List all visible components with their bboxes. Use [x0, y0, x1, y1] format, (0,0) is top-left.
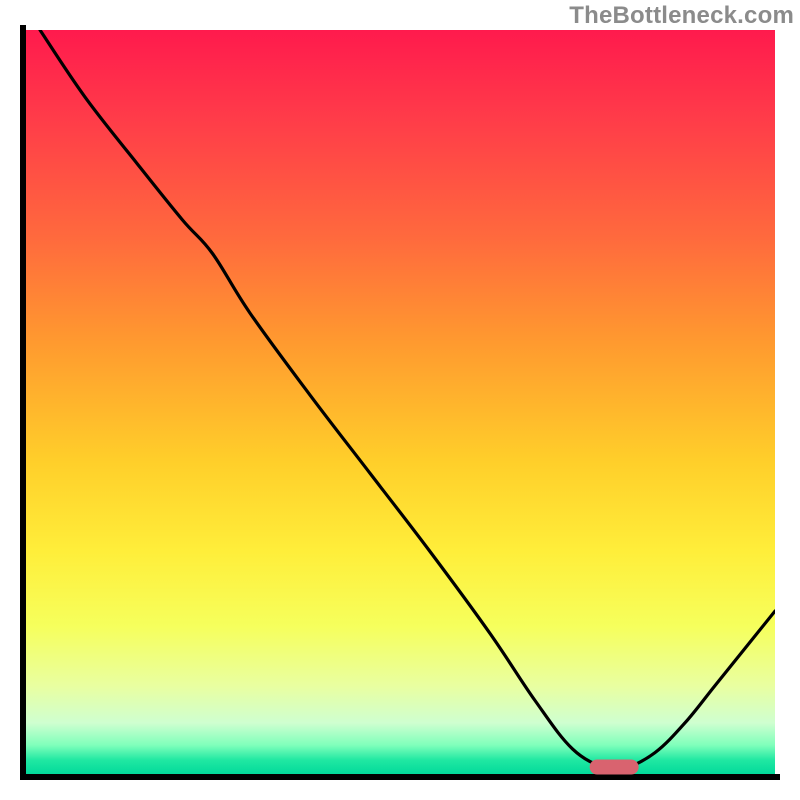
plot-gradient-background	[25, 30, 775, 775]
chart-frame: TheBottleneck.com	[0, 0, 800, 800]
optimal-point-marker	[589, 759, 638, 774]
watermark-text: TheBottleneck.com	[569, 2, 794, 30]
